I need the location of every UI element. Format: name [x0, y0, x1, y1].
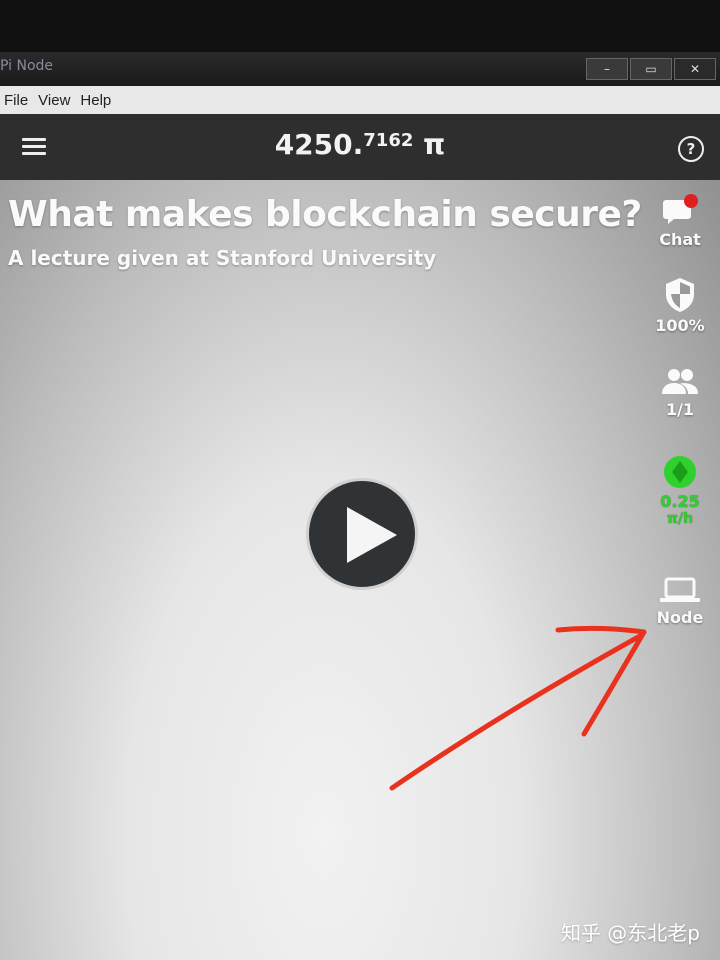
- app-content: 4250.7162 π ? What makes blockchain secu…: [0, 114, 720, 960]
- team-icon: [662, 369, 698, 394]
- laptop-icon: [660, 577, 700, 602]
- sidebar-item-security[interactable]: 100%: [640, 276, 720, 335]
- team-label: 1/1: [665, 400, 695, 419]
- maximize-button[interactable]: ▭: [630, 58, 672, 80]
- menu-view[interactable]: View: [34, 92, 76, 109]
- window-titlebar: Pi Node – ▭ ✕: [0, 52, 720, 86]
- play-button[interactable]: [306, 478, 418, 590]
- chat-label: Chat: [659, 230, 701, 249]
- sidebar-item-chat[interactable]: Chat: [640, 194, 720, 249]
- watermark: 知乎 @东北老p: [560, 921, 700, 945]
- mining-rate: 0.25: [660, 492, 700, 511]
- sidebar-item-team[interactable]: 1/1: [640, 366, 720, 419]
- close-button[interactable]: ✕: [674, 58, 716, 80]
- menu-help[interactable]: Help: [76, 92, 117, 109]
- mining-unit: π/h: [666, 511, 694, 527]
- play-icon: [347, 507, 397, 563]
- window-title: Pi Node: [0, 58, 54, 74]
- pi-currency-symbol: π: [423, 128, 446, 161]
- menu-file[interactable]: File: [0, 92, 34, 109]
- sidebar-item-mining[interactable]: 0.25 π/h: [640, 454, 720, 527]
- window-controls: – ▭ ✕: [586, 58, 716, 80]
- help-icon[interactable]: ?: [678, 136, 704, 162]
- security-label: 100%: [655, 316, 705, 335]
- minimize-button[interactable]: –: [586, 58, 628, 80]
- sidebar-item-node[interactable]: Node: [640, 576, 720, 627]
- video-title: What makes blockchain secure?: [8, 194, 642, 235]
- pi-balance: 4250.7162 π: [0, 128, 720, 161]
- top-bar: 4250.7162 π ?: [0, 114, 720, 180]
- shield-icon: [666, 278, 694, 312]
- video-subtitle: A lecture given at Stanford University: [8, 246, 437, 270]
- menu-bar: File View Help: [0, 86, 720, 114]
- balance-fraction: 7162: [363, 130, 414, 151]
- node-label: Node: [656, 608, 704, 627]
- balance-integer: 4250.: [274, 128, 364, 161]
- chat-icon: [663, 194, 698, 224]
- mining-icon: [664, 456, 696, 488]
